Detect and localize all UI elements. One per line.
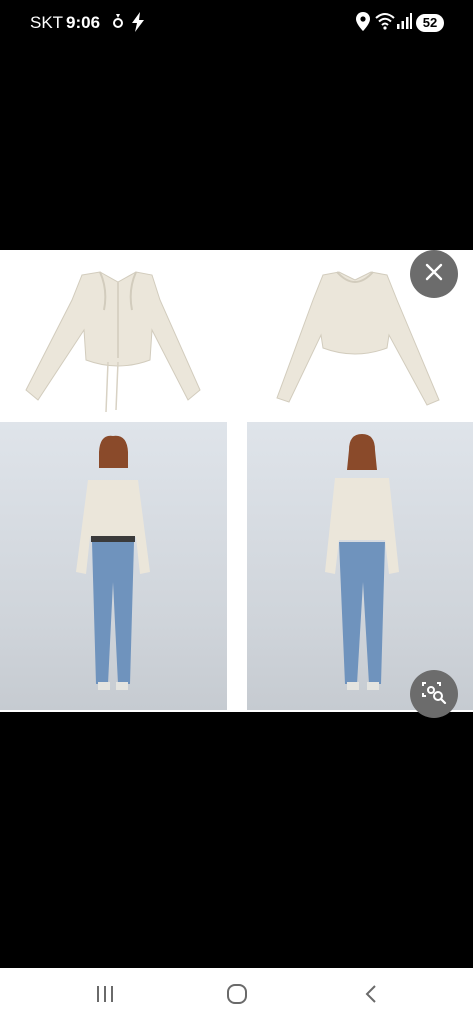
image-search-button[interactable] xyxy=(410,670,458,718)
charging-bolt-icon xyxy=(130,12,146,37)
signal-icon xyxy=(396,12,412,35)
home-button[interactable] xyxy=(222,982,252,1010)
flat-front-view xyxy=(0,250,236,420)
product-image[interactable] xyxy=(0,250,473,712)
location-icon xyxy=(356,12,370,37)
model-front-view xyxy=(0,422,227,710)
recents-button[interactable] xyxy=(90,982,120,1010)
close-icon xyxy=(424,262,444,287)
back-button[interactable] xyxy=(356,982,386,1010)
back-icon xyxy=(364,984,378,1009)
carrier-label: SKT xyxy=(30,13,64,32)
home-icon xyxy=(226,983,248,1010)
recents-icon xyxy=(95,985,115,1008)
image-search-icon xyxy=(421,680,447,709)
model-back-view xyxy=(247,422,473,710)
close-button[interactable] xyxy=(410,250,458,298)
wifi-icon xyxy=(375,12,395,35)
navigation-bar xyxy=(0,968,473,1024)
status-bar: SKT 9:06 52 xyxy=(0,0,473,46)
data-saver-icon xyxy=(112,12,124,35)
battery-indicator: 52 xyxy=(416,14,444,32)
clock: 9:06 xyxy=(66,13,101,32)
